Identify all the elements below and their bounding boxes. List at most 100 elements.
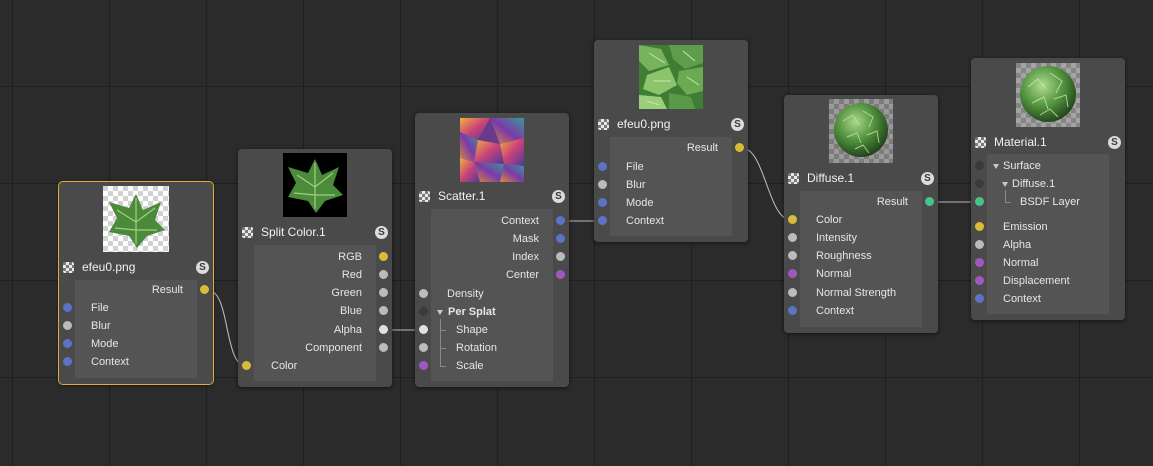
port-label: Rotation xyxy=(456,342,497,354)
input-port-displacement[interactable] xyxy=(975,276,984,285)
input-port-context[interactable] xyxy=(598,216,607,225)
node-scatter[interactable]: Scatter.1 S Context Mask Index Center De… xyxy=(415,113,569,387)
node-split-color[interactable]: Split Color.1 S RGB Red Green Blue Alpha… xyxy=(238,149,392,387)
output-port-component[interactable] xyxy=(379,343,388,352)
input-port-diffuse[interactable] xyxy=(975,179,984,188)
node-material[interactable]: Material.1 S Surface Diffuse.1 BSDF Laye… xyxy=(971,58,1125,320)
input-port-roughness[interactable] xyxy=(788,251,797,260)
port-row-result: Result xyxy=(59,281,213,299)
expand-triangle-icon[interactable] xyxy=(1002,182,1008,187)
input-port-intensity[interactable] xyxy=(788,233,797,242)
solo-badge-icon[interactable]: S xyxy=(1108,135,1121,149)
port-label: Context xyxy=(626,215,664,227)
tree-branch xyxy=(440,330,446,331)
node-header[interactable]: Scatter.1 S xyxy=(415,187,569,205)
port-label: Blue xyxy=(339,305,362,317)
port-label: Diffuse.1 xyxy=(1012,178,1056,190)
output-port-result[interactable] xyxy=(200,285,209,294)
input-port-context[interactable] xyxy=(63,357,72,366)
input-port-bsdf-layer[interactable] xyxy=(975,197,984,206)
output-port-alpha[interactable] xyxy=(379,325,388,334)
input-port-mode[interactable] xyxy=(598,198,607,207)
input-port-rotation[interactable] xyxy=(419,343,428,352)
input-port-scale[interactable] xyxy=(419,361,428,370)
input-port-color[interactable] xyxy=(242,361,251,370)
input-port-alpha[interactable] xyxy=(975,240,984,249)
port-label: Context xyxy=(1003,293,1041,305)
port-row-context: Context xyxy=(784,302,938,320)
port-row-bsdf-layer: BSDF Layer xyxy=(971,193,1125,211)
node-type-icon xyxy=(419,190,430,202)
node-efeu0-png-1[interactable]: efeu0.png S Result File Blur Mode Contex… xyxy=(58,181,214,385)
port-label: RGB xyxy=(338,251,362,263)
output-port-mask[interactable] xyxy=(556,234,565,243)
port-row-normal: Normal xyxy=(971,254,1125,272)
port-label: Normal xyxy=(816,268,852,280)
output-port-green[interactable] xyxy=(379,288,388,297)
expand-triangle-icon[interactable] xyxy=(437,310,443,315)
port-label: Result xyxy=(686,142,718,154)
port-row-alpha: Alpha xyxy=(971,236,1125,254)
input-port-context[interactable] xyxy=(788,306,797,315)
input-port-blur[interactable] xyxy=(598,180,607,189)
port-label: Mask xyxy=(512,233,539,245)
input-port-shape[interactable] xyxy=(419,325,428,334)
node-diffuse[interactable]: Diffuse.1 S Result Color Intensity Rough… xyxy=(784,95,938,333)
input-port-normal-strength[interactable] xyxy=(788,288,797,297)
expand-triangle-icon[interactable] xyxy=(993,164,999,169)
solo-badge-icon[interactable]: S xyxy=(921,171,934,185)
solo-badge-icon[interactable]: S xyxy=(375,225,388,239)
output-port-context[interactable] xyxy=(556,216,565,225)
output-port-index[interactable] xyxy=(556,252,565,261)
port-row-per-splat: Per Splat xyxy=(415,303,569,321)
solo-badge-icon[interactable]: S xyxy=(731,117,744,131)
input-port-color[interactable] xyxy=(788,215,797,224)
input-port-normal[interactable] xyxy=(975,258,984,267)
output-port-result[interactable] xyxy=(735,143,744,152)
port-label: Color xyxy=(816,214,843,226)
output-port-rgb[interactable] xyxy=(379,252,388,261)
port-row-normal: Normal xyxy=(784,265,938,283)
input-port-per-splat[interactable] xyxy=(419,307,428,316)
port-row-surface: Surface xyxy=(971,157,1125,175)
port-row-red: Red xyxy=(238,266,392,284)
port-label: File xyxy=(626,161,644,173)
port-row-rotation: Rotation xyxy=(415,339,569,357)
output-port-blue[interactable] xyxy=(379,306,388,315)
port-row-color: Color xyxy=(784,211,938,229)
input-port-context[interactable] xyxy=(975,294,984,303)
solo-badge-icon[interactable]: S xyxy=(552,189,565,203)
group-label: Per Splat xyxy=(448,306,496,318)
input-port-surface[interactable] xyxy=(975,161,984,170)
input-port-blur[interactable] xyxy=(63,321,72,330)
output-port-center[interactable] xyxy=(556,270,565,279)
output-port-red[interactable] xyxy=(379,270,388,279)
node-header[interactable]: Material.1 S xyxy=(971,133,1125,151)
node-header[interactable]: efeu0.png S xyxy=(59,258,213,276)
port-label: BSDF Layer xyxy=(1020,196,1080,208)
input-port-file[interactable] xyxy=(598,162,607,171)
port-row-result: Result xyxy=(594,139,748,157)
port-row-intensity: Intensity xyxy=(784,229,938,247)
port-label: Red xyxy=(341,269,362,281)
port-label: Roughness xyxy=(816,250,872,262)
port-row-file: File xyxy=(594,158,748,176)
input-port-emission[interactable] xyxy=(975,222,984,231)
output-port-result[interactable] xyxy=(925,197,934,206)
port-label: Alpha xyxy=(1003,239,1032,251)
port-label: Center xyxy=(505,269,539,281)
node-header[interactable]: Split Color.1 S xyxy=(238,223,392,241)
port-label: Shape xyxy=(456,324,488,336)
input-port-density[interactable] xyxy=(419,289,428,298)
solo-badge-icon[interactable]: S xyxy=(196,260,209,274)
input-port-mode[interactable] xyxy=(63,339,72,348)
node-header[interactable]: efeu0.png S xyxy=(594,115,748,133)
input-port-file[interactable] xyxy=(63,303,72,312)
port-row-shape: Shape xyxy=(415,321,569,339)
node-header[interactable]: Diffuse.1 S xyxy=(784,169,938,187)
port-row-scale: Scale xyxy=(415,357,569,375)
material-icon xyxy=(975,136,986,148)
input-port-normal[interactable] xyxy=(788,269,797,278)
node-efeu0-png-2[interactable]: efeu0.png S Result File Blur Mode Contex… xyxy=(594,40,748,242)
port-row-context: Context xyxy=(59,353,213,371)
